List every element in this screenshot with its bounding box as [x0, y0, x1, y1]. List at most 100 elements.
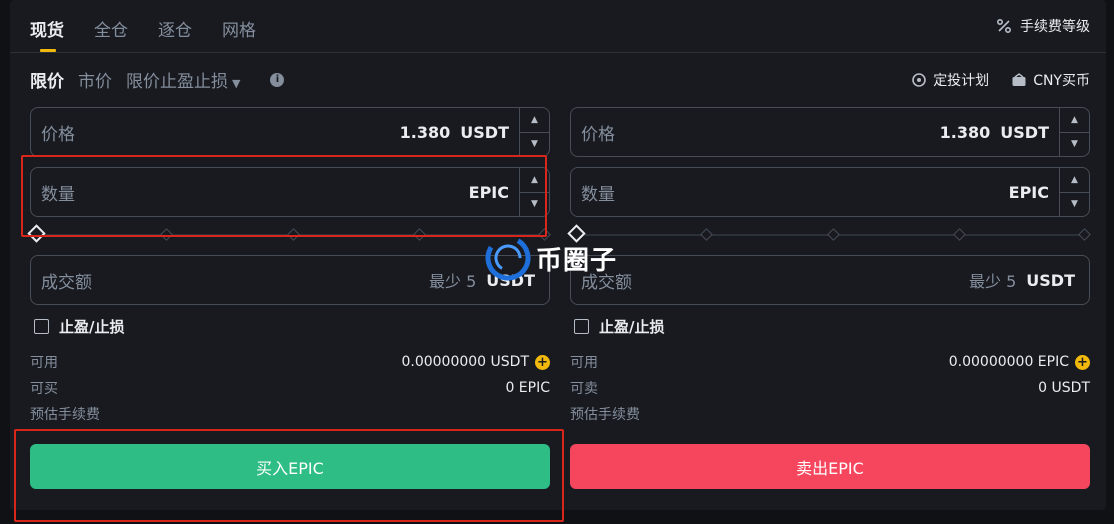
sell-total-field[interactable]: 成交额 最少 5 USDT: [570, 255, 1090, 305]
buy-tpsl-toggle[interactable]: 止盈/止损: [34, 315, 550, 337]
est-fee-label: 预估手续费: [570, 407, 640, 423]
sell-quantity-field[interactable]: 数量 EPIC ▲ ▼: [570, 167, 1090, 217]
slider-step-100[interactable]: [1078, 228, 1091, 241]
max-sell-value: 0 USDT: [1038, 380, 1090, 396]
tab-stop-limit-label: 限价止盈止损: [126, 72, 228, 92]
sell-price-field[interactable]: 价格 1.380 USDT ▲ ▼: [570, 107, 1090, 157]
price-label: 价格: [41, 124, 75, 145]
slider-step-25[interactable]: [160, 228, 173, 241]
order-type-tabs: 限价 市价 限价止盈止损 ▼ i: [30, 67, 285, 92]
fee-row: 预估手续费: [570, 401, 1090, 427]
max-buy-label: 可买: [30, 381, 58, 397]
decrement-icon[interactable]: ▼: [520, 131, 549, 157]
caret-down-icon: ▼: [232, 77, 241, 90]
divider: [10, 52, 1106, 53]
tab-cross[interactable]: 全仓: [94, 16, 128, 52]
price-unit: USDT: [1000, 122, 1049, 142]
available-row: 可用 0.00000000 EPIC +: [570, 349, 1090, 375]
slider-step-25[interactable]: [700, 228, 713, 241]
tpsl-checkbox[interactable]: [34, 318, 49, 334]
slider-step-75[interactable]: [953, 228, 966, 241]
decrement-icon[interactable]: ▼: [520, 191, 549, 217]
quantity-unit: EPIC: [1008, 182, 1049, 202]
decrement-icon[interactable]: ▼: [1060, 131, 1089, 157]
dca-icon: [912, 73, 926, 87]
sell-tpsl-toggle[interactable]: 止盈/止损: [574, 315, 1090, 337]
increment-icon[interactable]: ▲: [1060, 168, 1089, 192]
dca-label: 定投计划: [933, 73, 990, 89]
quantity-unit: EPIC: [468, 182, 509, 202]
max-buy-row: 可买 0 EPIC: [30, 375, 550, 401]
tpsl-label: 止盈/止损: [599, 317, 665, 336]
available-value: 0.00000000 EPIC: [948, 354, 1069, 370]
tab-stop-limit[interactable]: 限价止盈止损 ▼: [126, 67, 240, 92]
price-stepper: ▲ ▼: [1059, 108, 1089, 156]
slider-step-50[interactable]: [287, 228, 300, 241]
fee-row: 预估手续费: [30, 401, 550, 427]
buy-price-field[interactable]: 价格 1.380 USDT ▲ ▼: [30, 107, 550, 157]
price-stepper: ▲ ▼: [519, 108, 549, 156]
tab-grid[interactable]: 网格: [222, 16, 256, 52]
wallet-icon: [1012, 73, 1026, 86]
max-buy-value: 0 EPIC: [505, 380, 550, 396]
quantity-label: 数量: [581, 184, 615, 205]
available-row: 可用 0.00000000 USDT +: [30, 349, 550, 375]
price-unit: USDT: [460, 122, 509, 142]
price-value: 1.380: [939, 122, 991, 142]
quantity-label: 数量: [41, 184, 75, 205]
right-links: 定投计划 CNY买币: [911, 70, 1090, 90]
add-funds-icon[interactable]: +: [1075, 354, 1090, 370]
info-icon[interactable]: i: [270, 72, 285, 87]
total-label: 成交额: [581, 272, 632, 293]
add-funds-icon[interactable]: +: [535, 354, 550, 370]
slider-step-50[interactable]: [827, 228, 840, 241]
percent-icon: [996, 18, 1012, 34]
price-label: 价格: [581, 124, 615, 145]
slider-step-100[interactable]: [538, 228, 551, 241]
dca-plan-link[interactable]: 定投计划: [911, 70, 989, 90]
slider-handle[interactable]: [567, 224, 586, 243]
tpsl-checkbox[interactable]: [574, 318, 589, 334]
tab-limit[interactable]: 限价: [30, 67, 64, 92]
sell-amount-slider[interactable]: [567, 221, 1091, 251]
increment-icon[interactable]: ▲: [1060, 108, 1089, 132]
total-label: 成交额: [41, 272, 92, 293]
sell-button[interactable]: 卖出EPIC: [570, 444, 1090, 489]
max-sell-row: 可卖 0 USDT: [570, 375, 1090, 401]
buy-info: 可用 0.00000000 USDT + 可买 0 EPIC 预估手续费: [30, 349, 550, 427]
cny-buy-link[interactable]: CNY买币: [1011, 70, 1090, 90]
buy-amount-slider[interactable]: [27, 221, 551, 251]
tab-spot[interactable]: 现货: [30, 16, 64, 52]
slider-step-75[interactable]: [413, 228, 426, 241]
total-min: 最少 5: [969, 272, 1017, 291]
tab-market[interactable]: 市价: [78, 67, 112, 92]
fee-level-link[interactable]: 手续费等级: [996, 16, 1090, 36]
tab-isolated[interactable]: 逐仓: [158, 16, 192, 52]
sell-info: 可用 0.00000000 EPIC + 可卖 0 USDT 预估手续费: [570, 349, 1090, 427]
available-value: 0.00000000 USDT: [401, 354, 529, 370]
trade-panel: 现货 全仓 逐仓 网格 手续费等级 限价 市价 限价止盈止损 ▼ i 定投计划 C…: [10, 0, 1106, 510]
total-min: 最少 5: [429, 272, 477, 291]
available-label: 可用: [570, 355, 598, 371]
available-label: 可用: [30, 355, 58, 371]
max-sell-label: 可卖: [570, 381, 598, 397]
increment-icon[interactable]: ▲: [520, 108, 549, 132]
price-value: 1.380: [399, 122, 451, 142]
sell-column: 价格 1.380 USDT ▲ ▼ 数量 EPIC ▲ ▼ 成交额 最少 5US…: [567, 107, 1091, 427]
increment-icon[interactable]: ▲: [520, 168, 549, 192]
quantity-stepper: ▲ ▼: [519, 168, 549, 216]
quantity-stepper: ▲ ▼: [1059, 168, 1089, 216]
tpsl-label: 止盈/止损: [59, 317, 125, 336]
total-unit: USDT: [1026, 270, 1075, 290]
buy-column: 价格 1.380 USDT ▲ ▼ 数量 EPIC ▲ ▼ 成交额 最少 5US…: [27, 107, 551, 427]
cny-label: CNY买币: [1033, 73, 1090, 89]
buy-button[interactable]: 买入EPIC: [30, 444, 550, 489]
fee-level-label: 手续费等级: [1020, 19, 1090, 35]
slider-handle[interactable]: [27, 224, 46, 243]
decrement-icon[interactable]: ▼: [1060, 191, 1089, 217]
buy-quantity-field[interactable]: 数量 EPIC ▲ ▼: [30, 167, 550, 217]
top-tabs: 现货 全仓 逐仓 网格: [30, 16, 286, 52]
est-fee-label: 预估手续费: [30, 407, 100, 423]
total-unit: USDT: [486, 270, 535, 290]
buy-total-field[interactable]: 成交额 最少 5 USDT: [30, 255, 550, 305]
